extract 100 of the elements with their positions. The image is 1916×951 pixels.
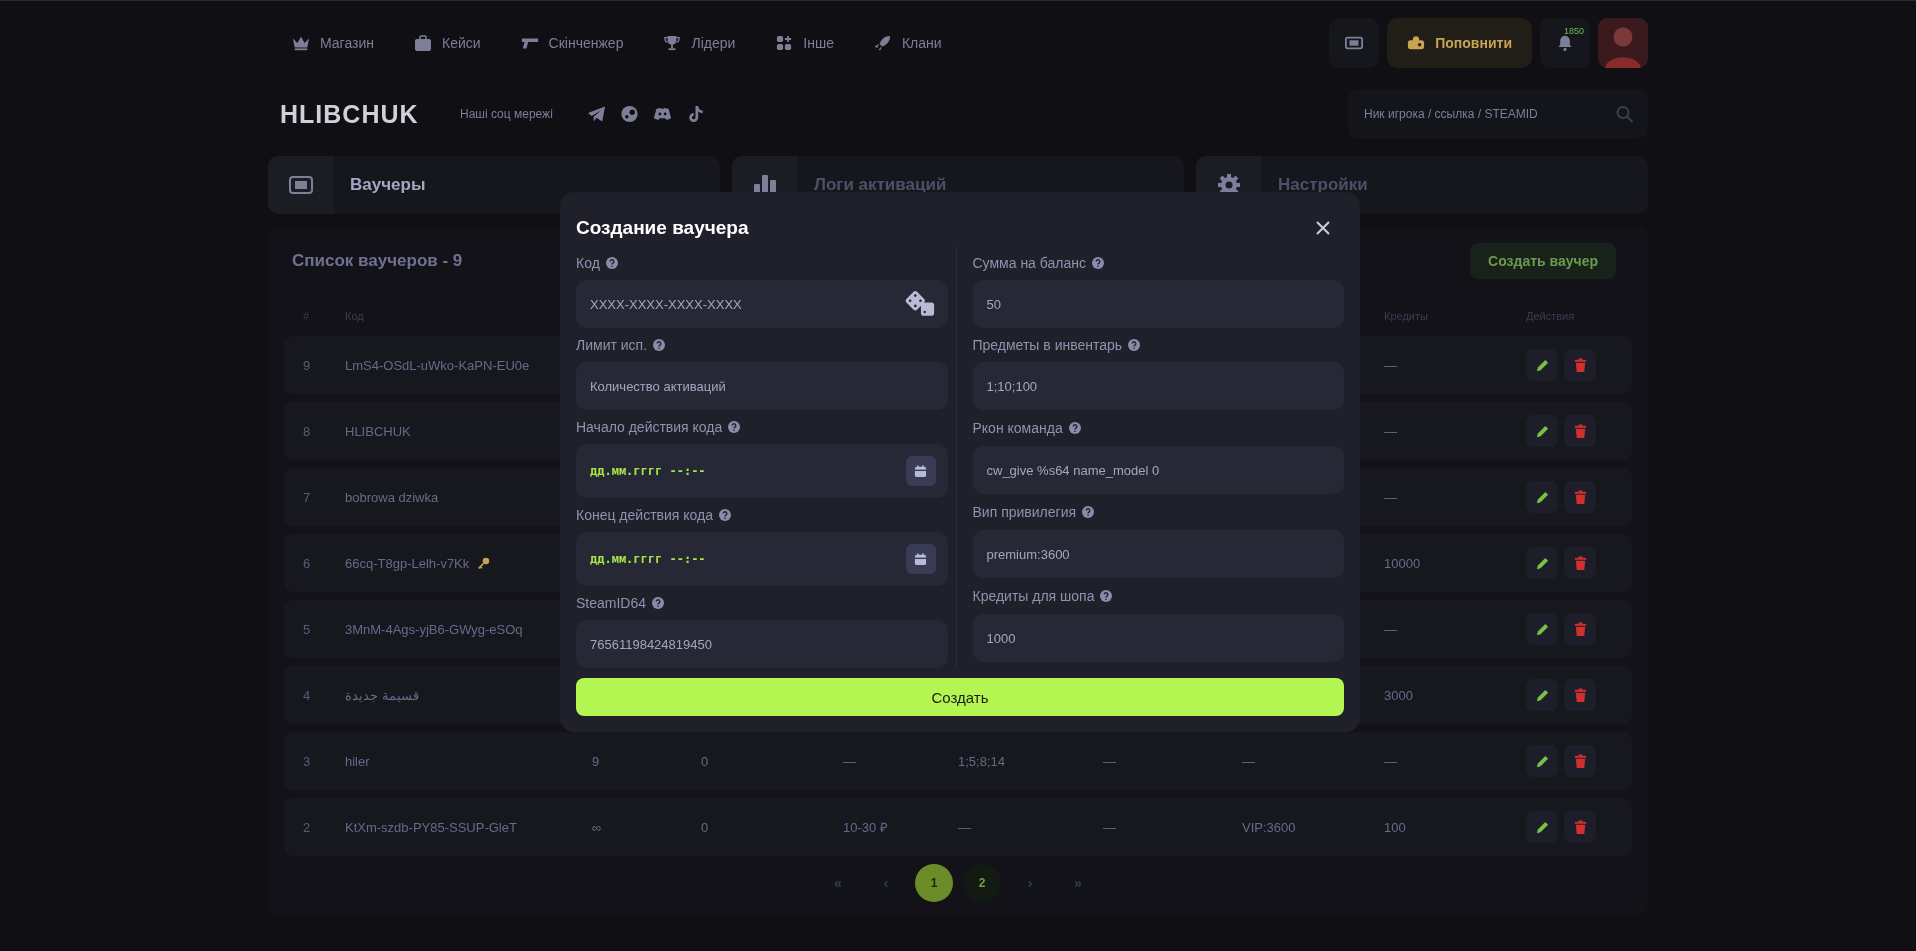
page-button[interactable]: 2: [963, 864, 1001, 902]
edit-button[interactable]: [1526, 679, 1558, 711]
table-cell-text: 4: [303, 687, 312, 703]
table-cell: 3MnM-4Ags-yjB6-GWyg-eSOq: [345, 621, 523, 637]
field-label: Вип привилегия: [972, 504, 1077, 520]
close-icon[interactable]: [1316, 221, 1330, 235]
table-cell: hiler: [345, 753, 370, 769]
delete-button[interactable]: [1564, 679, 1596, 711]
nav-link[interactable]: Лідери: [663, 35, 736, 51]
help-icon[interactable]: [653, 339, 666, 351]
gamepad-icon[interactable]: [652, 105, 672, 123]
table-cell: bobrowa dziwka: [345, 489, 439, 505]
column-header: Действия: [1526, 310, 1576, 322]
delete-button[interactable]: [1564, 349, 1596, 381]
delete-button[interactable]: [1564, 547, 1596, 579]
create-button[interactable]: Создать: [576, 678, 1344, 716]
paper-plane-icon[interactable]: [586, 105, 606, 123]
edit-button[interactable]: [1526, 811, 1558, 843]
calendar-icon: [914, 552, 927, 566]
nav-link[interactable]: Магазин: [292, 35, 374, 51]
edit-button[interactable]: [1526, 613, 1558, 645]
table-cell: 10-30 ₽: [843, 820, 888, 835]
help-icon[interactable]: [1128, 339, 1141, 351]
input-field[interactable]: Количество активаций: [576, 362, 948, 410]
edit-button[interactable]: [1526, 547, 1558, 579]
field-label: Лимит исп.: [576, 337, 648, 353]
steam-icon[interactable]: [619, 105, 639, 123]
help-icon[interactable]: [1100, 590, 1113, 602]
edit-button[interactable]: [1526, 415, 1558, 447]
edit-button[interactable]: [1526, 481, 1558, 513]
help-icon[interactable]: [605, 257, 618, 269]
date-placeholder: дд.мм.гггг --:--: [590, 464, 707, 478]
date-field[interactable]: дд.мм.гггг --:--: [576, 532, 948, 586]
table-cell-text: 7: [303, 489, 312, 505]
input-field[interactable]: 1000: [972, 614, 1344, 662]
list-title: Список ваучеров - 9: [292, 251, 463, 271]
input-field[interactable]: 50: [972, 280, 1344, 328]
calendar-button[interactable]: [905, 456, 936, 486]
help-icon[interactable]: [719, 509, 731, 521]
delete-button[interactable]: [1564, 415, 1596, 447]
grid-icon: [775, 35, 794, 51]
table-cell: HLIBCHUK: [345, 423, 411, 439]
help-icon[interactable]: [728, 421, 741, 433]
help-icon[interactable]: [1068, 422, 1081, 434]
table-cell-text: 6: [303, 555, 312, 571]
page-button[interactable]: 1: [915, 864, 953, 902]
field-label: Предметы в инвентарь: [972, 337, 1123, 353]
ticket-icon: [1345, 35, 1364, 51]
column-header: #: [303, 310, 311, 322]
help-icon[interactable]: [652, 597, 665, 609]
input-field[interactable]: premium:3600: [972, 530, 1344, 578]
nav-link[interactable]: Кейси: [414, 35, 481, 51]
field-label: Ркон команда: [972, 420, 1063, 436]
table-cell-text: 100: [1384, 819, 1407, 835]
table-cell-text: —: [1384, 753, 1398, 769]
delete-button[interactable]: [1564, 745, 1596, 777]
trash-icon: [1572, 687, 1588, 703]
input-field[interactable]: cw_give %s64 name_model 0: [972, 446, 1344, 494]
create-voucher-button[interactable]: Создать ваучер: [1470, 243, 1616, 279]
table-cell: VIP:3600: [1242, 819, 1296, 835]
notification-count: 1850: [1564, 26, 1585, 36]
nav-link[interactable]: Клани: [873, 35, 942, 51]
input-field[interactable]: 1;10;100: [972, 362, 1344, 410]
logo[interactable]: HLIBCHUK: [268, 99, 448, 129]
table-cell: LmS4-OSdL-uWko-KaPN-EU0e: [345, 357, 530, 373]
pencil-icon: [1534, 489, 1550, 505]
top-up-button[interactable]: Поповнити: [1387, 18, 1532, 68]
notifications-button[interactable]: 1850: [1540, 18, 1590, 68]
pencil-icon: [1534, 621, 1550, 637]
edit-button[interactable]: [1526, 745, 1558, 777]
pencil-icon: [1534, 753, 1550, 769]
pencil-icon: [1534, 687, 1550, 703]
field-label: SteamID64: [576, 595, 647, 611]
help-icon[interactable]: [1082, 506, 1095, 518]
crown-icon: [292, 35, 310, 51]
nav-link[interactable]: Інше: [775, 35, 834, 51]
nav-link[interactable]: Скінченжер: [520, 35, 624, 51]
calendar-icon: [914, 464, 927, 478]
dice-icon[interactable]: [903, 291, 936, 318]
briefcase-icon: [414, 35, 432, 51]
trash-icon: [1572, 753, 1588, 769]
ticket-button[interactable]: [1329, 18, 1380, 68]
date-field[interactable]: дд.мм.гггг --:--: [576, 444, 948, 498]
trash-icon: [1572, 555, 1588, 571]
input-field[interactable]: 76561198424819450: [576, 620, 948, 668]
trash-icon: [1572, 621, 1588, 637]
trash-icon: [1572, 489, 1588, 505]
calendar-button[interactable]: [905, 544, 936, 574]
delete-button[interactable]: [1564, 481, 1596, 513]
table-cell-text: 10000: [1384, 555, 1422, 571]
search-field[interactable]: Ник игрока / ссылка / STEAMID: [1348, 89, 1648, 139]
table-cell-text: 2: [303, 819, 312, 835]
code-field[interactable]: XXXX-XXXX-XXXX-XXXX: [576, 280, 948, 328]
table-cell: 0: [701, 753, 709, 769]
column-header: Кредиты: [1384, 310, 1429, 322]
help-icon[interactable]: [1091, 257, 1104, 269]
edit-button[interactable]: [1526, 349, 1558, 381]
delete-button[interactable]: [1564, 613, 1596, 645]
trash-icon: [1572, 819, 1588, 835]
delete-button[interactable]: [1564, 811, 1596, 843]
